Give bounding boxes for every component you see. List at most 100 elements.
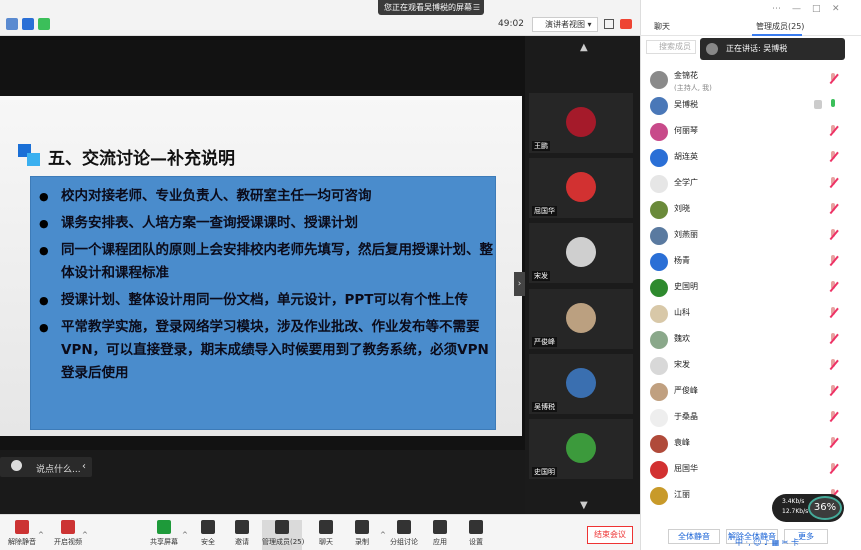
active-tab-indicator	[752, 34, 802, 36]
bullet-list: 校内对接老师、专业负责人、教研室主任一均可咨询 课务安排表、人培方案一查询授课课…	[37, 185, 495, 389]
member-row[interactable]: 金锦花 (主持人, 我)	[648, 70, 848, 92]
member-row[interactable]: 全学广	[648, 174, 848, 194]
minimize-icon[interactable]: —	[792, 4, 801, 14]
meeting-timer: 49:02	[498, 19, 524, 29]
tab-members[interactable]: 管理成员(25)	[756, 21, 804, 32]
invite-button[interactable]: 邀请	[222, 520, 262, 550]
record-button[interactable]: 录制	[342, 520, 382, 550]
microphone-muted-icon[interactable]	[828, 359, 838, 371]
notification-icon[interactable]	[620, 19, 632, 29]
member-name: 金锦花	[674, 71, 698, 80]
scroll-up-icon[interactable]: ▲	[580, 42, 588, 53]
microphone-muted-icon[interactable]	[828, 73, 838, 85]
settings-button[interactable]: 设置	[456, 520, 496, 550]
microphone-muted-icon[interactable]	[828, 255, 838, 267]
participant-name: 王鹏	[532, 141, 550, 151]
fullscreen-icon[interactable]	[604, 19, 614, 29]
member-row[interactable]: 严俊峰	[648, 382, 848, 402]
meeting-window: 您正在观看吴博税的屏幕☰ 49:02 演讲者视图 ▾ 五、交流讨论—补充说明 校…	[0, 0, 861, 550]
banner-menu-icon[interactable]: ☰	[473, 0, 480, 15]
member-row[interactable]: 刘晓	[648, 200, 848, 220]
screen-share-icon	[814, 100, 822, 109]
video-tile[interactable]: 屈国华	[529, 158, 633, 218]
close-icon[interactable]: ✕	[832, 4, 840, 14]
tab-chat[interactable]: 聊天	[654, 21, 670, 32]
video-tile[interactable]: 吴博税	[529, 354, 633, 414]
share-screen-button[interactable]: 共享屏幕	[144, 520, 184, 550]
sharing-banner[interactable]: 您正在观看吴博税的屏幕 ☰	[378, 0, 484, 15]
collapse-video-handle[interactable]: ›	[514, 272, 525, 296]
avatar	[650, 201, 668, 219]
video-tile[interactable]: 史国明	[529, 419, 633, 479]
speaker-avatar	[706, 43, 718, 55]
signal-icon[interactable]	[38, 18, 50, 30]
member-role: (主持人, 我)	[674, 84, 712, 92]
microphone-muted-icon[interactable]	[828, 229, 838, 241]
audio-options-caret[interactable]: ^	[38, 531, 44, 539]
maximize-icon[interactable]: □	[812, 4, 821, 14]
member-row[interactable]: 吴博税	[648, 96, 848, 116]
end-meeting-button[interactable]: 结束会议	[587, 526, 633, 544]
sharing-banner-text: 您正在观看吴博税的屏幕	[384, 3, 472, 12]
microphone-muted-icon[interactable]	[828, 281, 838, 293]
microphone-muted-icon[interactable]	[828, 177, 838, 189]
view-mode-button[interactable]: 演讲者视图 ▾	[532, 17, 598, 32]
microphone-icon[interactable]	[828, 99, 838, 111]
breakout-rooms-button[interactable]: 分组讨论	[384, 520, 424, 550]
member-row[interactable]: 袁峰	[648, 434, 848, 454]
video-tile[interactable]: 王鹏	[529, 93, 633, 153]
member-row[interactable]: 于桑晶	[648, 408, 848, 428]
bullet-item: 课务安排表、人培方案一查询授课课时、授课计划	[37, 212, 495, 235]
member-search-input[interactable]: 搜索成员	[646, 40, 696, 54]
member-row[interactable]: 胡连英	[648, 148, 848, 168]
member-name: 杨青	[674, 256, 690, 265]
video-tile[interactable]: 宋发	[529, 223, 633, 283]
participant-avatar	[566, 368, 596, 398]
ime-toolbar[interactable]: 中 ·, ☺ ♪ ▦ ✂ 卡	[735, 537, 850, 549]
member-name: 江丽	[674, 490, 690, 499]
info-icon[interactable]	[6, 18, 18, 30]
upload-rate: 3.4Kb/s	[782, 498, 805, 505]
share-options-caret[interactable]: ^	[182, 531, 188, 539]
record-options-caret[interactable]: ^	[380, 531, 386, 539]
member-row[interactable]: 何丽琴	[648, 122, 848, 142]
microphone-muted-icon[interactable]	[828, 203, 838, 215]
microphone-muted-icon[interactable]	[828, 307, 838, 319]
emoji-icon[interactable]	[11, 460, 22, 471]
microphone-muted-icon[interactable]	[828, 437, 838, 449]
pin-icon[interactable]: ⋯	[772, 4, 781, 14]
microphone-muted-icon[interactable]	[828, 463, 838, 475]
manage-members-button[interactable]: 管理成员(25)	[262, 520, 304, 550]
member-name: 胡连英	[674, 152, 698, 161]
network-status[interactable]: 3.4Kb/s 12.7Kb/s 36%	[772, 494, 844, 522]
chat-button[interactable]: 聊天	[306, 520, 346, 550]
member-row[interactable]: 魏欢	[648, 330, 848, 350]
avatar	[650, 123, 668, 141]
unmute-button[interactable]: 解除静音	[2, 520, 42, 550]
invite-icon	[235, 520, 249, 534]
member-row[interactable]: 山科	[648, 304, 848, 324]
avatar	[650, 435, 668, 453]
microphone-muted-icon[interactable]	[828, 385, 838, 397]
microphone-muted-icon[interactable]	[828, 411, 838, 423]
chat-input[interactable]: 说点什么...	[36, 462, 81, 475]
microphone-muted-icon[interactable]	[828, 125, 838, 137]
video-options-caret[interactable]: ^	[82, 531, 88, 539]
microphone-muted-icon[interactable]	[828, 151, 838, 163]
scroll-down-icon[interactable]: ▼	[580, 500, 588, 511]
member-row[interactable]: 刘燕丽	[648, 226, 848, 246]
chevron-left-icon[interactable]: ‹	[82, 461, 86, 472]
video-tile[interactable]: 严俊峰	[529, 289, 633, 349]
member-row[interactable]: 史国明	[648, 278, 848, 298]
member-row[interactable]: 宋发	[648, 356, 848, 376]
shield-icon[interactable]	[22, 18, 34, 30]
avatar	[650, 461, 668, 479]
microphone-muted-icon[interactable]	[828, 333, 838, 345]
breakout-icon	[397, 520, 411, 534]
apps-button[interactable]: 应用	[420, 520, 460, 550]
member-row[interactable]: 杨青	[648, 252, 848, 272]
member-row[interactable]: 屈国华	[648, 460, 848, 480]
participant-avatar	[566, 433, 596, 463]
mute-all-button[interactable]: 全体静音	[668, 529, 720, 544]
participant-name: 严俊峰	[532, 337, 557, 347]
